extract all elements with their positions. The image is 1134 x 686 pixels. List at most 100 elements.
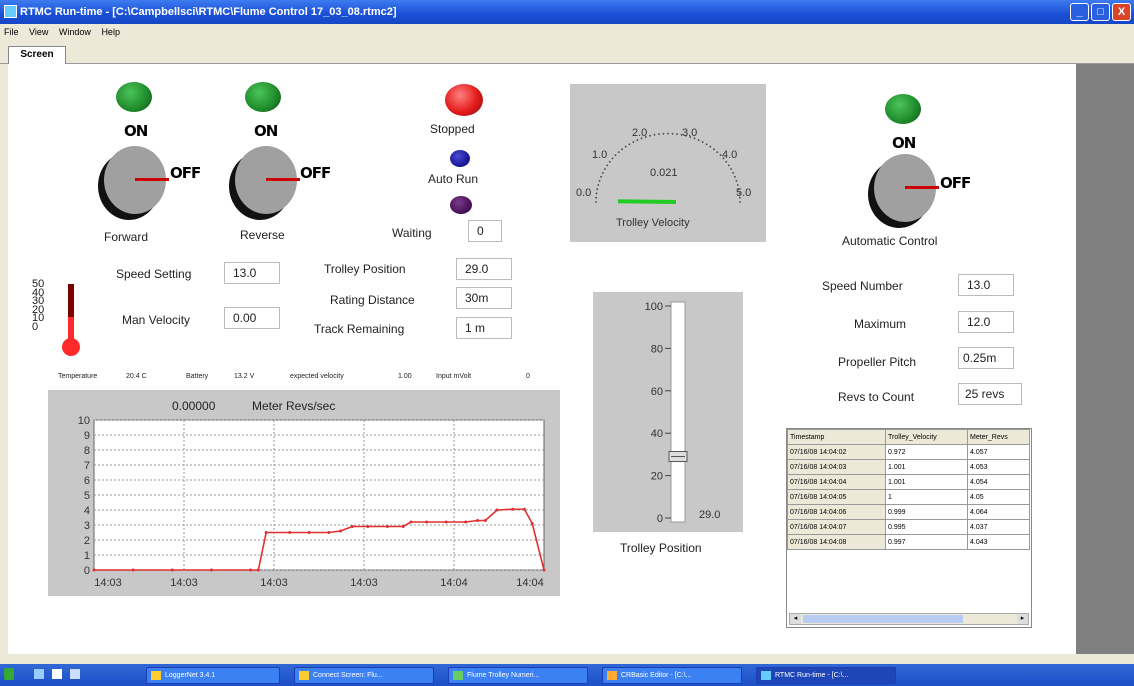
chart-ytick: 5 (84, 490, 90, 502)
table-row[interactable]: 07/16/08 14:04:06 0.999 4.064 (787, 504, 1030, 520)
table-horizontal-scrollbar[interactable]: ◂ ▸ (789, 613, 1029, 625)
table-row[interactable]: 07/16/08 14:04:03 1.001 4.053 (787, 459, 1030, 475)
meter-revs-chart-panel: 0.00000 Meter Revs/sec 10 9 8 7 6 5 4 3 2 1 0 14:0… (48, 390, 560, 596)
slider-tick: 20 (651, 471, 663, 483)
table-row[interactable]: 07/16/08 14:04:05 1 4.05 (787, 489, 1030, 505)
tab-screen[interactable]: Screen (8, 46, 66, 64)
chart-point (511, 507, 515, 511)
scrollbar-thumb[interactable] (803, 615, 963, 623)
rating-distance-label: Rating Distance (330, 293, 415, 307)
scroll-right-icon[interactable]: ▸ (1017, 614, 1028, 624)
window-icon (151, 671, 161, 680)
taskbar-item-loggernet[interactable]: LoggerNet 3.4.1 (146, 667, 280, 684)
velocity-gauge-panel: 0.0 1.0 2.0 3.0 4.0 5.0 0.021 Trolley Ve… (570, 84, 766, 242)
trolley-position-label: Trolley Position (324, 262, 406, 276)
start-icon[interactable] (4, 668, 14, 680)
data-table-panel: Timestamp Trolley_Velocity Meter_Revs 07… (786, 428, 1032, 628)
chart-ytick: 4 (84, 505, 90, 517)
taskbar-item-rtmc-runtime[interactable]: RTMC Run-time - [C:\... (756, 667, 896, 684)
workspace-background (1076, 64, 1134, 654)
reverse-off-label: OFF (300, 164, 331, 182)
menu-file[interactable]: File (0, 24, 23, 40)
stopped-label: Stopped (430, 122, 475, 136)
speed-setting-value: 13.0 (224, 262, 280, 284)
table-row[interactable]: 07/16/08 14:04:04 1.001 4.054 (787, 474, 1030, 490)
menu-help[interactable]: Help (97, 24, 124, 40)
automatic-control-label: Automatic Control (842, 234, 938, 248)
speed-setting-label: Speed Setting (116, 267, 192, 281)
input-mvolt-value: 0 (526, 373, 530, 380)
chart-ytick: 3 (84, 520, 90, 532)
chart-point (495, 508, 499, 512)
slider-caption: Trolley Position (620, 541, 702, 555)
man-velocity-label: Man Velocity (122, 313, 191, 327)
menu-window[interactable]: Window (55, 24, 95, 40)
chart-point (366, 525, 370, 528)
chart-point (327, 531, 331, 534)
forward-on-label: ON (124, 122, 148, 140)
trolley-position-value: 29.0 (456, 258, 512, 280)
taskbar-item-connect-screen[interactable]: Connect Screen: Flu... (294, 667, 434, 684)
chart-point (444, 520, 448, 524)
reverse-status-led (245, 82, 281, 112)
quicklaunch-ie-icon[interactable] (52, 669, 62, 679)
taskbar-item-crbasic-editor[interactable]: CRBasic Editor - [C:\... (602, 667, 742, 684)
chart-point (92, 568, 96, 572)
speed-number-value: 13.0 (958, 274, 1014, 296)
tab-strip: Screen (0, 42, 1134, 64)
maximize-button[interactable]: □ (1091, 3, 1110, 21)
chart-ytick: 0 (84, 565, 90, 577)
data-table: Timestamp Trolley_Velocity Meter_Revs 07… (787, 429, 1030, 550)
table-row[interactable]: 07/16/08 14:04:08 0.997 4.043 (787, 534, 1030, 550)
scroll-left-icon[interactable]: ◂ (790, 614, 801, 624)
automatic-status-led (885, 94, 921, 124)
table-row[interactable]: 07/16/08 14:04:02 0.972 4.057 (787, 444, 1030, 460)
chart-point (464, 520, 468, 524)
meter-revs-chart: 0.00000 Meter Revs/sec 109876543210 14:0… (78, 399, 546, 589)
chart-xtick: 14:04 (440, 577, 468, 589)
reverse-switch[interactable] (229, 144, 300, 220)
chart-point (530, 522, 534, 525)
automatic-control-switch[interactable] (868, 152, 939, 228)
automatic-off-label: OFF (940, 174, 971, 192)
velocity-gauge: 0.0 1.0 2.0 3.0 4.0 5.0 0.021 Trolley Ve… (576, 127, 751, 229)
app-window: RTMC Run-time - [C:\Campbellsci\RTMC\Flu… (0, 0, 1134, 664)
revs-to-count-label: Revs to Count (838, 390, 915, 404)
window-title: RTMC Run-time - [C:\Campbellsci\RTMC\Flu… (20, 6, 397, 18)
table-row[interactable]: 07/16/08 14:04:07 0.995 4.037 (787, 519, 1030, 535)
quicklaunch-media-icon[interactable] (70, 669, 80, 679)
maximum-value: 12.0 (958, 311, 1014, 333)
chart-ytick: 9 (84, 430, 90, 442)
reverse-on-label: ON (254, 122, 278, 140)
chart-point (401, 525, 405, 528)
minimize-button[interactable]: _ (1070, 3, 1089, 21)
menu-bar: File View Window Help (0, 24, 1134, 42)
taskbar-item-flume-numeric[interactable]: Flume Trolley Numeri... (448, 667, 588, 684)
forward-switch[interactable] (98, 144, 169, 220)
chart-xtick: 14:04 (516, 577, 544, 589)
chart-point (307, 531, 311, 534)
chart-current-value: 0.00000 (172, 399, 216, 413)
quicklaunch-desktop-icon[interactable] (34, 669, 44, 679)
column-header-meter-revs[interactable]: Meter_Revs (967, 429, 1030, 445)
chart-point (409, 520, 413, 524)
rating-distance-value: 30m (456, 287, 512, 309)
chart-ytick: 1 (84, 550, 90, 562)
slider-thumb[interactable] (668, 451, 688, 463)
gauge-needle (617, 199, 677, 204)
chart-point (425, 520, 429, 524)
menu-view[interactable]: View (25, 24, 52, 40)
window-icon (761, 671, 771, 680)
chart-point (131, 568, 135, 572)
chart-point (542, 568, 546, 572)
slider-tick: 40 (651, 428, 663, 440)
column-header-trolley-velocity[interactable]: Trolley_Velocity (885, 429, 968, 445)
close-button[interactable]: X (1112, 3, 1131, 21)
speed-number-label: Speed Number (822, 279, 903, 293)
chart-xtick: 14:03 (260, 577, 288, 589)
chart-ytick: 7 (84, 460, 90, 472)
table-header-row: Timestamp Trolley_Velocity Meter_Revs (787, 429, 1030, 445)
track-remaining-label: Track Remaining (314, 322, 405, 336)
gauge-tick-3: 3.0 (682, 127, 697, 139)
column-header-timestamp[interactable]: Timestamp (787, 429, 886, 445)
